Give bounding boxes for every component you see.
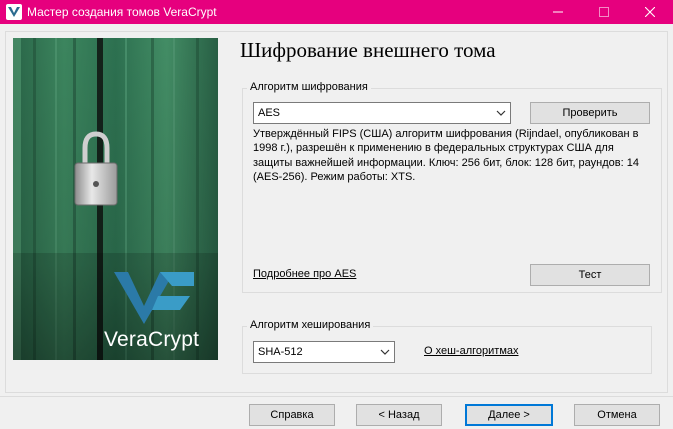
chevron-down-icon — [496, 110, 506, 116]
maximize-button[interactable] — [581, 0, 627, 24]
hash-algorithm-value: SHA-512 — [258, 346, 303, 358]
minimize-button[interactable] — [535, 0, 581, 24]
encryption-algorithm-select[interactable]: AES — [253, 102, 511, 124]
test-button[interactable]: Тест — [530, 264, 650, 286]
algorithm-description: Утверждённый FIPS (США) алгоритм шифрова… — [253, 128, 639, 183]
wizard-image: VeraCrypt — [13, 38, 218, 360]
more-about-aes-link[interactable]: Подробнее про AES — [253, 268, 356, 280]
verify-button[interactable]: Проверить — [530, 102, 650, 124]
encryption-group-label: Алгоритм шифрования — [247, 81, 371, 93]
page-title: Шифрование внешнего тома — [240, 38, 496, 62]
hash-group-label: Алгоритм хеширования — [247, 319, 374, 331]
close-button[interactable] — [627, 0, 673, 24]
encryption-algorithm-value: AES — [258, 107, 281, 119]
window-title: Мастер создания томов VeraCrypt — [27, 5, 217, 19]
back-button[interactable]: < Назад — [356, 404, 442, 426]
hash-algorithm-select[interactable]: SHA-512 — [253, 341, 395, 363]
help-button[interactable]: Справка — [249, 404, 335, 426]
chevron-down-icon — [380, 349, 390, 355]
minimize-icon — [553, 11, 563, 13]
veracrypt-app-icon — [6, 4, 22, 20]
about-hash-algorithms-link[interactable]: О хеш-алгоритмах — [424, 345, 519, 357]
title-bar: Мастер создания томов VeraCrypt — [0, 0, 673, 24]
veracrypt-logo-icon — [114, 272, 194, 324]
cancel-button[interactable]: Отмена — [574, 404, 660, 426]
close-icon — [645, 7, 655, 17]
veracrypt-logo-text: VeraCrypt — [104, 328, 200, 351]
next-button[interactable]: Далее > — [465, 404, 553, 426]
maximize-icon — [599, 7, 609, 17]
footer-separator — [0, 396, 673, 397]
